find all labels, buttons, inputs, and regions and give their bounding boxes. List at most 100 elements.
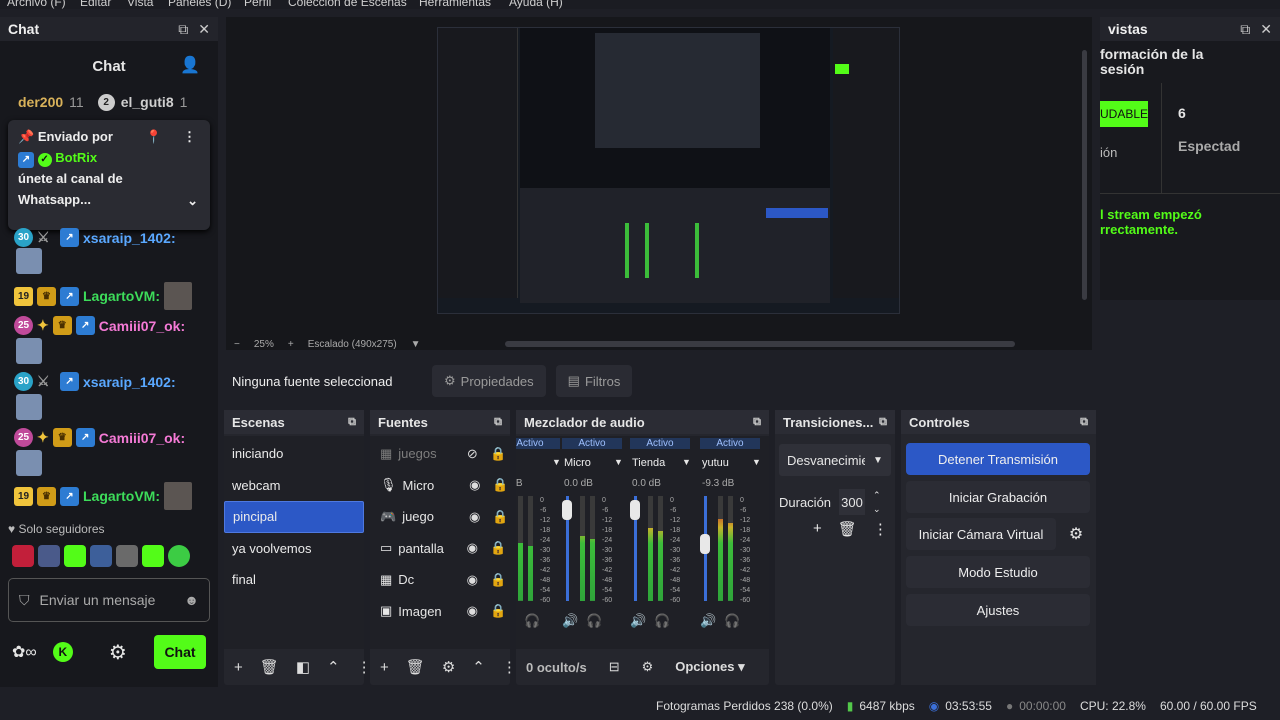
- emoji-icon[interactable]: ☻: [184, 592, 199, 608]
- duration-input[interactable]: 300: [839, 489, 866, 515]
- add-icon[interactable]: +: [380, 659, 389, 676]
- duration-stepper[interactable]: ⌃ ⌄: [873, 488, 881, 516]
- emote-icon[interactable]: [142, 545, 164, 567]
- users-icon[interactable]: 👤: [180, 55, 200, 75]
- eye-icon[interactable]: ◉: [465, 477, 484, 493]
- more-icon[interactable]: ⋮: [502, 658, 517, 676]
- float-icon[interactable]: ⧉: [1240, 21, 1250, 38]
- lock-icon[interactable]: 🔒: [488, 603, 508, 619]
- scene-item-selected[interactable]: pincipal: [224, 501, 364, 533]
- emote-icon[interactable]: [64, 545, 86, 567]
- emote-icon[interactable]: [38, 545, 60, 567]
- preview-canvas[interactable]: [437, 27, 900, 314]
- eye-icon[interactable]: ◉: [462, 603, 482, 619]
- filter-icon[interactable]: ◧: [296, 658, 310, 676]
- zoom-in-icon[interactable]: +: [288, 339, 294, 350]
- headphones-icon[interactable]: 🎧: [724, 613, 740, 629]
- float-icon[interactable]: ⧉: [753, 416, 761, 429]
- username[interactable]: LagartoVM:: [83, 488, 160, 504]
- emote-icon[interactable]: [168, 545, 190, 567]
- scene-item[interactable]: iniciando: [224, 438, 364, 470]
- chevron-down-icon[interactable]: ▼: [552, 457, 561, 467]
- emote-icon[interactable]: [116, 545, 138, 567]
- float-icon[interactable]: ⧉: [494, 416, 502, 429]
- source-item[interactable]: 🎮 juego ◉ 🔒: [370, 501, 510, 533]
- menu-perfil[interactable]: Perfil: [244, 0, 271, 9]
- chevron-down-icon[interactable]: ⌄: [187, 190, 198, 211]
- float-icon[interactable]: ⧉: [879, 416, 887, 429]
- menu-vista[interactable]: Vista: [127, 0, 153, 9]
- gear-icon[interactable]: ⚙: [442, 658, 455, 676]
- options-button[interactable]: Opciones ▾: [675, 659, 744, 675]
- speaker-icon[interactable]: 🔊: [700, 613, 716, 629]
- studio-mode-button[interactable]: Modo Estudio: [906, 556, 1090, 588]
- lock-icon[interactable]: 🔒: [488, 572, 508, 588]
- close-icon[interactable]: ✕: [1260, 21, 1272, 38]
- unpin-icon[interactable]: 📍: [146, 126, 162, 147]
- settings-button[interactable]: Ajustes: [906, 594, 1090, 626]
- virtual-camera-button[interactable]: Iniciar Cámara Virtual: [906, 518, 1056, 550]
- lock-icon[interactable]: 🔒: [491, 477, 510, 493]
- horizontal-scrollbar[interactable]: [504, 341, 1015, 347]
- gear-icon[interactable]: ⚙: [1062, 518, 1090, 550]
- start-recording-button[interactable]: Iniciar Grabación: [906, 481, 1090, 513]
- source-item[interactable]: ▣ Imagen ◉ 🔒: [370, 596, 510, 628]
- menu-herramientas[interactable]: Herramientas: [419, 0, 491, 9]
- eye-icon[interactable]: ◉: [465, 509, 485, 525]
- chevron-down-icon[interactable]: ▼: [682, 457, 691, 467]
- fader-handle[interactable]: [562, 500, 572, 521]
- scale-dropdown-icon[interactable]: ▼: [411, 339, 421, 350]
- source-item[interactable]: 🎙 Micro ◉ 🔒: [370, 470, 510, 502]
- properties-button[interactable]: ⚙ Propiedades: [432, 365, 546, 397]
- speaker-icon[interactable]: 🔊: [630, 613, 646, 629]
- scene-item[interactable]: webcam: [224, 470, 364, 502]
- scene-item[interactable]: ya voolvemos: [224, 533, 364, 565]
- username[interactable]: LagartoVM:: [83, 288, 160, 304]
- chat-send-button[interactable]: Chat: [154, 635, 206, 669]
- eye-icon[interactable]: ◉: [462, 572, 482, 588]
- transition-select[interactable]: Desvanecimie ▼: [779, 444, 891, 476]
- eye-icon[interactable]: ◉: [462, 540, 482, 556]
- more-icon[interactable]: ⋮: [183, 126, 196, 147]
- close-icon[interactable]: ✕: [198, 21, 210, 38]
- menu-ayuda[interactable]: Ayuda (H): [509, 0, 563, 9]
- chat-input[interactable]: ⛉ Enviar un mensaje ☻: [8, 578, 210, 622]
- fader-handle[interactable]: [700, 534, 710, 554]
- menu-archivo[interactable]: Archivo (F): [7, 0, 66, 9]
- username[interactable]: xsaraip_1402:: [83, 374, 176, 390]
- emote-icon[interactable]: [12, 545, 34, 567]
- add-icon[interactable]: +: [813, 520, 822, 538]
- chevron-down-icon[interactable]: ▼: [752, 457, 761, 467]
- username[interactable]: Camiii07_ok:: [99, 318, 185, 334]
- float-icon[interactable]: ⧉: [348, 416, 356, 429]
- lock-icon[interactable]: 🔒: [490, 509, 510, 525]
- source-item[interactable]: ▦ juegos ⊘ 🔒: [370, 438, 510, 470]
- zoom-out-icon[interactable]: −: [234, 339, 240, 350]
- float-icon[interactable]: ⧉: [178, 21, 188, 38]
- gear-icon[interactable]: ⚙: [109, 640, 127, 665]
- lock-icon[interactable]: 🔒: [488, 540, 508, 556]
- source-item[interactable]: ▭ pantalla ◉ 🔒: [370, 533, 510, 565]
- menu-editar[interactable]: Editar: [80, 0, 111, 9]
- kick-icon[interactable]: K: [52, 642, 73, 662]
- emote-icon[interactable]: [90, 545, 112, 567]
- headphones-icon[interactable]: 🎧: [586, 613, 602, 629]
- chevron-up-icon[interactable]: ⌃: [472, 658, 485, 676]
- username[interactable]: Camiii07_ok:: [99, 430, 185, 446]
- lock-icon[interactable]: 🔒: [488, 446, 508, 462]
- speaker-icon[interactable]: 🔊: [562, 613, 578, 629]
- scene-item[interactable]: final: [224, 564, 364, 596]
- trash-icon[interactable]: 🗑: [260, 658, 279, 676]
- headphones-icon[interactable]: 🎧: [524, 613, 540, 629]
- points-icon[interactable]: ✿∞: [12, 642, 37, 662]
- pinned-message[interactable]: 📌 Enviado por 📍 ⋮ ↗ ✓ BotRix únete al ca…: [8, 120, 210, 230]
- add-icon[interactable]: +: [234, 659, 243, 676]
- eye-hidden-icon[interactable]: ⊘: [462, 446, 482, 462]
- more-icon[interactable]: ⋮: [873, 520, 888, 538]
- username[interactable]: xsaraip_1402:: [83, 230, 176, 246]
- menu-paneles[interactable]: Paneles (D): [168, 0, 231, 9]
- headphones-icon[interactable]: 🎧: [654, 613, 670, 629]
- chevron-up-icon[interactable]: ⌃: [327, 658, 340, 676]
- layout-icon[interactable]: ⊟: [609, 659, 620, 675]
- fader-handle[interactable]: [630, 500, 640, 521]
